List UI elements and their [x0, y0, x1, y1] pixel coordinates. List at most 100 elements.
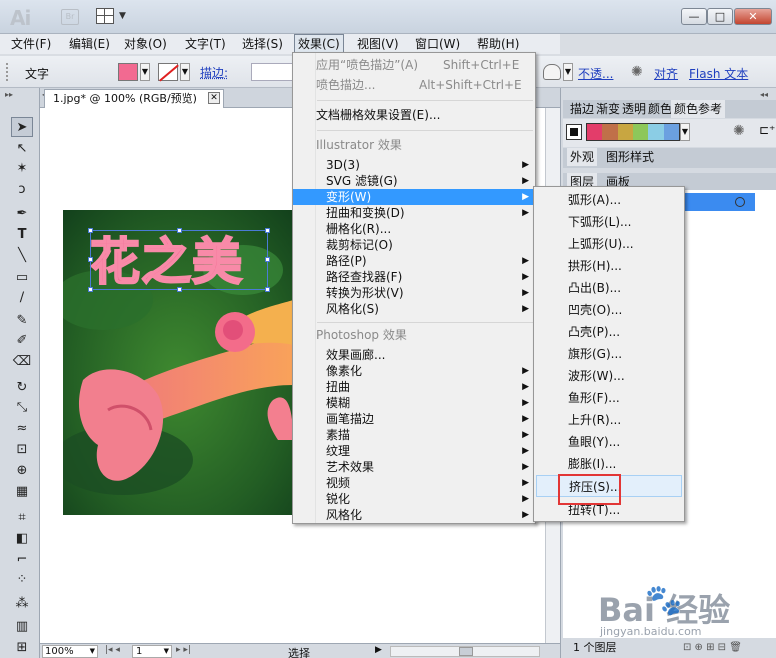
menu-item-blur[interactable]: 模糊 ▶	[293, 395, 535, 411]
menu-item-artistic[interactable]: 艺术效果 ▶	[293, 459, 535, 475]
shape-builder-tool-icon[interactable]: ⊕	[11, 461, 33, 481]
harmony-color-6[interactable]	[663, 124, 679, 140]
zoom-select[interactable]: 100% ▼	[42, 645, 98, 658]
stroke-dropdown[interactable]: ▼	[180, 63, 190, 81]
warp-tool-icon[interactable]: ≈	[11, 419, 33, 439]
magic-wand-tool-icon[interactable]: ✶	[11, 159, 33, 179]
fill-dropdown[interactable]: ▼	[140, 63, 150, 81]
align-link[interactable]: 对齐	[654, 65, 678, 82]
page-select[interactable]: 1 ▼	[132, 645, 172, 658]
menu-type[interactable]: 文字(T)	[182, 34, 229, 54]
resize-handle[interactable]	[177, 287, 182, 292]
eyedropper-tool-icon[interactable]: ⌐	[11, 550, 33, 570]
menu-help[interactable]: 帮助(H)	[474, 34, 522, 54]
pencil-tool-icon[interactable]: ✎	[11, 311, 33, 331]
save-color-group-icon[interactable]: ⊏⁺	[759, 123, 775, 137]
menu-item-apply-last[interactable]: 应用“喷色描边”(A) Shift+Ctrl+E	[293, 57, 535, 73]
menu-item-convert-to-shape[interactable]: 转换为形状(V) ▶	[293, 285, 535, 301]
tab-graphic-styles[interactable]: 图形样式	[603, 148, 657, 166]
resize-handle[interactable]	[88, 287, 93, 292]
harmony-color-3[interactable]	[617, 124, 633, 140]
menu-item-sketch[interactable]: 素描 ▶	[293, 427, 535, 443]
warp-shell-upper[interactable]: 凸壳(P)...	[534, 321, 684, 343]
pen-tool-icon[interactable]: ✒	[11, 204, 33, 224]
menu-item-warp[interactable]: 变形(W) ▶	[293, 189, 535, 205]
base-color-swatch[interactable]	[566, 124, 582, 140]
menu-item-pathfinder[interactable]: 路径查找器(F) ▶	[293, 269, 535, 285]
nav-first-icon[interactable]: |◂ ◂	[105, 645, 120, 655]
close-button[interactable]: ✕	[734, 8, 772, 25]
warp-arc[interactable]: 弧形(A)...	[534, 189, 684, 211]
horizontal-scrollbar[interactable]	[390, 646, 540, 657]
rotate-tool-icon[interactable]: ↻	[11, 378, 33, 398]
blob-brush-tool-icon[interactable]: ✐	[11, 331, 33, 351]
line-tool-icon[interactable]: ╲	[11, 246, 33, 266]
perspective-grid-tool-icon[interactable]: ▦	[11, 482, 33, 502]
minimize-button[interactable]: —	[681, 8, 707, 25]
menu-item-stylize[interactable]: 风格化(S) ▶	[293, 301, 535, 317]
target-icon[interactable]	[735, 197, 745, 207]
warp-flag[interactable]: 旗形(G)...	[534, 343, 684, 365]
resize-handle[interactable]	[177, 228, 182, 233]
warp-rise[interactable]: 上升(R)...	[534, 409, 684, 431]
harmony-color-1[interactable]	[587, 124, 603, 140]
menu-item-svg-filters[interactable]: SVG 滤镜(G) ▶	[293, 173, 535, 189]
nav-last-icon[interactable]: ▸ ▸|	[176, 645, 191, 655]
warp-arc-upper[interactable]: 上弧形(U)...	[534, 233, 684, 255]
arrange-documents-button[interactable]: ▼	[96, 8, 130, 26]
artboard-tool-icon[interactable]: ⊞	[11, 638, 33, 658]
fill-color-swatch[interactable]	[118, 63, 138, 81]
layer-actions-icon[interactable]: ⊡ ⊕ ⊞ ⊟ 🗑	[683, 638, 742, 658]
layer-row[interactable]	[685, 193, 755, 211]
flash-text-link[interactable]: Flash 文本	[689, 65, 748, 82]
tab-color-guide[interactable]: 颜色参考	[671, 100, 726, 118]
menu-item-ps-stylize[interactable]: 风格化 ▶	[293, 507, 535, 523]
paintbrush-tool-icon[interactable]: ∕	[11, 288, 33, 308]
warp-wave[interactable]: 波形(W)...	[534, 365, 684, 387]
scale-tool-icon[interactable]: ⤡	[11, 398, 33, 418]
close-tab-icon[interactable]: ✕	[208, 92, 220, 104]
status-arrow-icon[interactable]: ▶	[375, 645, 382, 655]
menu-object[interactable]: 对象(O)	[121, 34, 170, 54]
menu-item-sharpen[interactable]: 锐化 ▶	[293, 491, 535, 507]
menu-item-last-effect[interactable]: 喷色描边... Alt+Shift+Ctrl+E	[293, 77, 535, 93]
resize-handle[interactable]	[88, 257, 93, 262]
menu-item-texture[interactable]: 纹理 ▶	[293, 443, 535, 459]
menu-item-distort-transform[interactable]: 扭曲和变换(D) ▶	[293, 205, 535, 221]
menu-effect[interactable]: 效果(C)	[294, 34, 344, 54]
blend-tool-icon[interactable]: ⁘	[11, 570, 33, 590]
warp-inflate[interactable]: 膨胀(I)...	[534, 453, 684, 475]
gradient-tool-icon[interactable]: ◧	[11, 529, 33, 549]
stroke-color-swatch[interactable]	[158, 63, 178, 81]
menu-item-3d[interactable]: 3D(3) ▶	[293, 157, 535, 173]
direct-selection-tool-icon[interactable]: ↖	[11, 139, 33, 159]
warp-arch[interactable]: 拱形(H)...	[534, 255, 684, 277]
recolor-artwork-icon[interactable]: ✺	[733, 123, 745, 139]
rectangle-tool-icon[interactable]: ▭	[11, 268, 33, 288]
menu-window[interactable]: 窗口(W)	[412, 34, 463, 54]
envelope-icon[interactable]	[543, 64, 561, 80]
warp-shell-lower[interactable]: 凹壳(O)...	[534, 299, 684, 321]
collapse-icon[interactable]: ▸▸	[5, 90, 13, 99]
bridge-button[interactable]: Br	[61, 9, 79, 25]
menu-item-crop-marks[interactable]: 裁剪标记(O)	[293, 237, 535, 253]
resize-handle[interactable]	[265, 287, 270, 292]
menu-item-raster-settings[interactable]: 文档栅格效果设置(E)...	[293, 107, 535, 123]
menu-edit[interactable]: 编辑(E)	[66, 34, 113, 54]
stroke-weight-input[interactable]	[251, 63, 293, 81]
selection-tool-icon[interactable]: ➤	[11, 117, 33, 137]
menu-item-distort[interactable]: 扭曲 ▶	[293, 379, 535, 395]
harmony-colors-strip[interactable]	[586, 123, 680, 141]
eraser-tool-icon[interactable]: ⌫	[11, 352, 33, 372]
maximize-button[interactable]: □	[707, 8, 733, 25]
expand-panels-icon[interactable]: ◂◂	[760, 90, 768, 99]
warp-arc-lower[interactable]: 下弧形(L)...	[534, 211, 684, 233]
selection-bounding-box[interactable]	[88, 228, 270, 292]
harmony-color-4[interactable]	[632, 124, 649, 140]
harmony-dropdown[interactable]: ▼	[680, 123, 690, 141]
recolor-icon[interactable]: ✺	[631, 64, 643, 80]
type-tool-icon[interactable]: T	[11, 225, 33, 245]
opacity-link[interactable]: 不透...	[578, 65, 613, 82]
resize-handle[interactable]	[88, 228, 93, 233]
warp-fish[interactable]: 鱼形(F)...	[534, 387, 684, 409]
